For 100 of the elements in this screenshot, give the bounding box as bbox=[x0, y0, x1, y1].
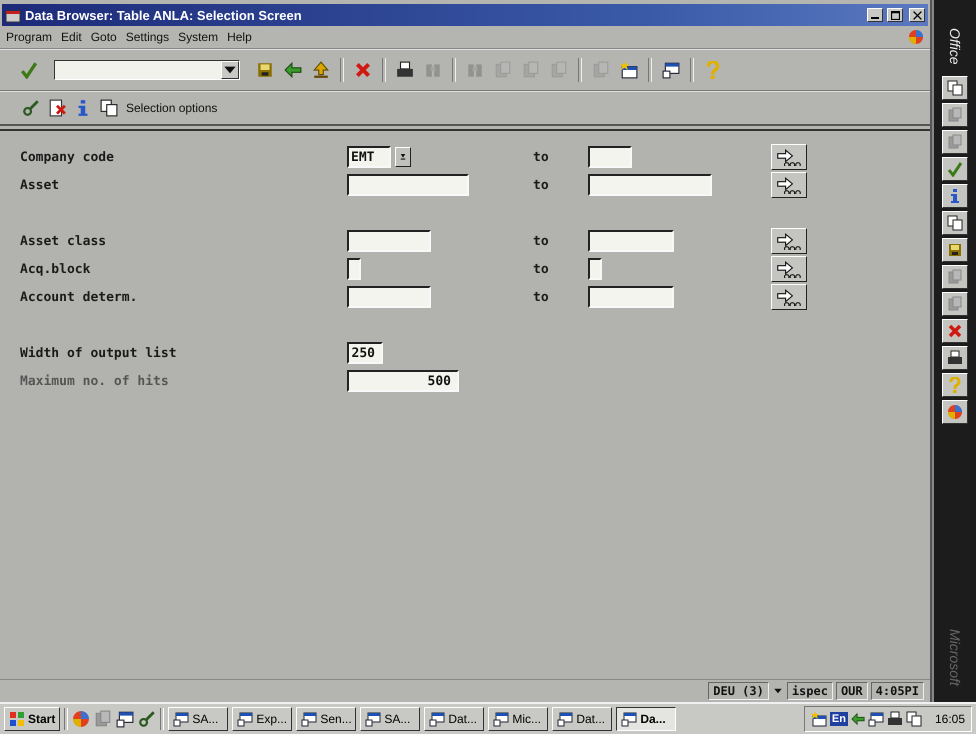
arrow-icon bbox=[776, 288, 802, 306]
input-field[interactable] bbox=[588, 174, 712, 196]
field-label: Company code bbox=[20, 150, 115, 164]
clock: 16:05 bbox=[934, 712, 965, 726]
taskbar-button[interactable]: Da... bbox=[616, 707, 676, 731]
window-icon bbox=[429, 711, 446, 727]
left-arrow-icon[interactable] bbox=[284, 61, 302, 79]
office-app-button[interactable] bbox=[942, 76, 968, 100]
field-label: Asset bbox=[20, 178, 60, 192]
minimize-button[interactable] bbox=[867, 8, 883, 22]
office-app-button[interactable] bbox=[942, 102, 968, 127]
office-app-button[interactable] bbox=[942, 184, 968, 208]
delete-document-icon[interactable] bbox=[48, 99, 66, 117]
taskbar-button[interactable]: Exp... bbox=[232, 707, 292, 731]
window-icon bbox=[557, 711, 574, 727]
language-indicator[interactable]: En bbox=[830, 712, 848, 726]
window-shortcut-icon[interactable] bbox=[662, 61, 680, 79]
window-icon bbox=[237, 711, 254, 727]
checkmark-icon[interactable] bbox=[20, 61, 38, 79]
multiple-selection-button[interactable] bbox=[771, 144, 807, 170]
selection-options-button[interactable]: Selection options bbox=[100, 99, 218, 117]
input-field[interactable]: 250 bbox=[347, 342, 383, 364]
office-app-button[interactable] bbox=[942, 318, 968, 343]
tray-icon[interactable] bbox=[810, 711, 827, 727]
to-label: to bbox=[533, 178, 550, 192]
office-app-button[interactable] bbox=[942, 156, 968, 181]
window-icon bbox=[365, 711, 382, 727]
menu-item[interactable]: System bbox=[178, 30, 224, 44]
to-label: to bbox=[533, 290, 550, 304]
multiple-selection-button[interactable] bbox=[771, 228, 807, 254]
menu-item[interactable]: Goto bbox=[90, 30, 123, 44]
status-field: ispec bbox=[786, 682, 833, 700]
app-icon bbox=[947, 322, 963, 339]
app-icon bbox=[947, 376, 963, 393]
multiple-selection-button[interactable] bbox=[771, 284, 807, 310]
maximize-icon bbox=[890, 10, 900, 20]
windows-logo-icon bbox=[9, 711, 25, 727]
window-icon[interactable] bbox=[116, 710, 134, 728]
taskbar-button[interactable]: SA... bbox=[360, 707, 420, 731]
office-app-button[interactable] bbox=[942, 130, 968, 154]
to-label: to bbox=[533, 234, 550, 248]
app-icon bbox=[947, 242, 963, 258]
arrow-icon bbox=[776, 232, 802, 250]
key-icon[interactable] bbox=[22, 99, 40, 117]
start-button[interactable]: Start bbox=[4, 707, 60, 731]
office-bar-title: Office bbox=[946, 28, 964, 65]
office-app-button[interactable] bbox=[942, 400, 968, 424]
input-field[interactable] bbox=[588, 146, 632, 168]
printer-icon[interactable] bbox=[396, 61, 414, 79]
office-app-button[interactable] bbox=[942, 264, 968, 289]
menu-item[interactable]: Edit bbox=[61, 30, 88, 44]
tray-icon[interactable] bbox=[886, 711, 903, 727]
field-label: Maximum no. of hits bbox=[20, 374, 170, 388]
field-label: Account determ. bbox=[20, 290, 138, 304]
input-field[interactable] bbox=[588, 258, 602, 280]
input-field[interactable]: 500 bbox=[347, 370, 459, 392]
menu-item[interactable]: Help bbox=[227, 30, 258, 44]
close-button[interactable] bbox=[909, 8, 925, 22]
arrow-icon bbox=[776, 148, 802, 166]
multiple-selection-button[interactable] bbox=[771, 256, 807, 282]
arrow-icon bbox=[776, 260, 802, 278]
field-label: Width of output list bbox=[20, 346, 178, 360]
window-title: Data Browser: Table ANLA: Selection Screen bbox=[25, 8, 303, 22]
command-field[interactable] bbox=[54, 60, 240, 80]
taskbar-button[interactable]: Sen... bbox=[296, 707, 356, 731]
window-icon bbox=[173, 711, 190, 727]
taskbar-button[interactable]: Dat... bbox=[424, 707, 484, 731]
input-field[interactable] bbox=[347, 286, 431, 308]
app-icon bbox=[947, 160, 963, 177]
office-app-button[interactable] bbox=[942, 372, 968, 397]
to-label: to bbox=[533, 150, 550, 164]
app-icon bbox=[947, 296, 963, 312]
cancel-icon[interactable] bbox=[354, 61, 372, 79]
taskbar-button[interactable]: Dat... bbox=[552, 707, 612, 731]
browser-icon[interactable] bbox=[72, 710, 90, 728]
input-field[interactable] bbox=[588, 286, 674, 308]
new-window-icon[interactable] bbox=[620, 61, 638, 79]
dropdown-button[interactable] bbox=[395, 147, 411, 167]
menu-item[interactable]: Program bbox=[6, 30, 58, 44]
taskbar-button[interactable]: Mic... bbox=[488, 707, 548, 731]
office-app-button[interactable] bbox=[942, 346, 968, 370]
menu-item[interactable]: Settings bbox=[126, 30, 176, 44]
window-icon bbox=[493, 711, 510, 727]
app-icon bbox=[947, 134, 963, 150]
office-app-button[interactable] bbox=[942, 210, 968, 235]
window-icon bbox=[301, 711, 318, 727]
multiple-selection-button[interactable] bbox=[771, 172, 807, 198]
up-arrow-icon[interactable] bbox=[312, 61, 330, 79]
input-field[interactable]: EMT bbox=[347, 146, 391, 168]
input-field[interactable] bbox=[347, 258, 361, 280]
taskbar-button[interactable]: SA... bbox=[168, 707, 228, 731]
office-app-button[interactable] bbox=[942, 238, 968, 262]
input-field[interactable] bbox=[588, 230, 674, 252]
app-icon bbox=[947, 106, 963, 123]
to-label: to bbox=[533, 262, 550, 276]
maximize-button[interactable] bbox=[887, 8, 903, 22]
app-icon bbox=[947, 268, 963, 285]
office-app-button[interactable] bbox=[942, 292, 968, 316]
input-field[interactable] bbox=[347, 174, 469, 196]
input-field[interactable] bbox=[347, 230, 431, 252]
